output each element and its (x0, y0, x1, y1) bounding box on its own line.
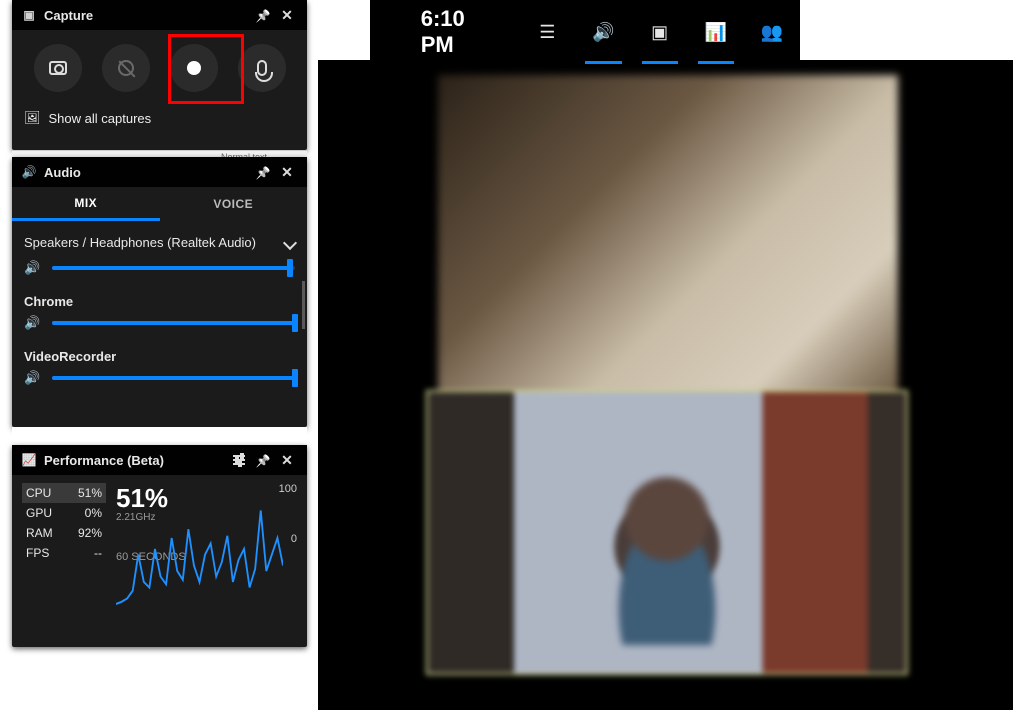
gallery-icon: 🖼 (24, 110, 41, 126)
metric-cpu-value: 51% (78, 486, 102, 500)
cpu-sparkline (116, 505, 283, 615)
performance-title-icon: 📈 (20, 453, 38, 467)
y-axis-min: 0 (291, 533, 297, 545)
y-axis-max: 100 (279, 483, 297, 495)
volume-icon: 🔊 (24, 260, 42, 276)
volume-icon: 🔊 (24, 370, 42, 386)
show-all-captures-label: Show all captures (49, 111, 152, 126)
capture-header[interactable]: ▣ Capture (12, 0, 307, 30)
self-video-tile (426, 390, 908, 675)
audio-widget: 🔊 Audio MIX VOICE Speakers / Headphones … (12, 157, 307, 427)
metric-fps-value: -- (94, 546, 102, 560)
gamebar-topbar: 6:10 PM ☰ 🔊 ▣ 📊 👥 (370, 0, 800, 64)
audio-widget-icon[interactable]: 🔊 (575, 0, 631, 64)
record-icon (187, 61, 201, 75)
metric-fps[interactable]: FPS -- (22, 543, 106, 563)
audio-body: Speakers / Headphones (Realtek Audio) 🔊 … (12, 221, 307, 412)
output-device-row[interactable]: Speakers / Headphones (Realtek Audio) (24, 227, 295, 254)
person-silhouette (592, 465, 742, 645)
close-icon[interactable] (275, 448, 299, 472)
tab-voice[interactable]: VOICE (160, 187, 308, 221)
audio-title: Audio (44, 165, 81, 180)
widgets-menu-icon[interactable]: ☰ (519, 0, 575, 64)
start-recording-button[interactable] (170, 44, 218, 92)
show-all-captures-link[interactable]: 🖼 Show all captures (12, 102, 307, 138)
chrome-volume-row: 🔊 (24, 315, 295, 331)
videorecorder-volume-row: 🔊 (24, 370, 295, 386)
metric-ram-label: RAM (26, 526, 53, 540)
performance-header[interactable]: 📈 Performance (Beta) (12, 445, 307, 475)
metric-ram-value: 92% (78, 526, 102, 540)
capture-widget-icon[interactable]: ▣ (632, 0, 688, 64)
performance-widget: 📈 Performance (Beta) CPU 51% GPU 0% RAM … (12, 445, 307, 647)
video-call-area (318, 60, 1013, 710)
audio-header[interactable]: 🔊 Audio (12, 157, 307, 187)
performance-body: CPU 51% GPU 0% RAM 92% FPS -- 51% 2.2 (12, 475, 307, 567)
close-icon[interactable] (275, 3, 299, 27)
metric-fps-label: FPS (26, 546, 49, 560)
capture-widget: ▣ Capture 🖼 Show all captures (12, 0, 307, 150)
record-last-button[interactable] (102, 44, 150, 92)
metric-list: CPU 51% GPU 0% RAM 92% FPS -- (22, 483, 106, 563)
output-device-label: Speakers / Headphones (Realtek Audio) (24, 235, 256, 250)
pin-icon[interactable] (251, 160, 275, 184)
camera-icon (49, 61, 67, 75)
metric-ram[interactable]: RAM 92% (22, 523, 106, 543)
metric-cpu-label: CPU (26, 486, 51, 500)
chevron-down-icon (283, 235, 297, 249)
capture-buttons-row (12, 30, 307, 102)
master-volume-slider[interactable] (52, 266, 295, 270)
videorecorder-volume-slider[interactable] (52, 376, 295, 380)
record-last-icon (118, 60, 134, 76)
performance-chart: 51% 2.21GHz 100 0 60 SECONDS (116, 483, 297, 563)
pin-icon[interactable] (251, 448, 275, 472)
settings-icon[interactable] (227, 448, 251, 472)
capture-title: Capture (44, 8, 93, 23)
social-widget-icon[interactable]: 👥 (744, 0, 800, 64)
app-label-videorecorder: VideoRecorder (24, 347, 295, 364)
performance-widget-icon[interactable]: 📊 (688, 0, 744, 64)
microphone-toggle-button[interactable] (238, 44, 286, 92)
scrollbar-thumb[interactable] (302, 281, 305, 329)
performance-title: Performance (Beta) (44, 453, 164, 468)
screenshot-button[interactable] (34, 44, 82, 92)
chrome-volume-slider[interactable] (52, 321, 295, 325)
background-gap (12, 427, 307, 445)
metric-cpu[interactable]: CPU 51% (22, 483, 106, 503)
microphone-icon (257, 60, 267, 76)
close-icon[interactable] (275, 160, 299, 184)
clock: 6:10 PM (421, 6, 502, 58)
app-label-chrome: Chrome (24, 292, 295, 309)
pin-icon[interactable] (251, 3, 275, 27)
audio-title-icon: 🔊 (20, 165, 38, 179)
volume-icon: 🔊 (24, 315, 42, 331)
audio-tabs: MIX VOICE (12, 187, 307, 221)
tab-mix[interactable]: MIX (12, 187, 160, 221)
master-volume-row: 🔊 (24, 260, 295, 276)
capture-title-icon: ▣ (20, 8, 38, 22)
metric-gpu[interactable]: GPU 0% (22, 503, 106, 523)
metric-gpu-value: 0% (85, 506, 102, 520)
metric-gpu-label: GPU (26, 506, 52, 520)
remote-video-tile (438, 75, 898, 400)
